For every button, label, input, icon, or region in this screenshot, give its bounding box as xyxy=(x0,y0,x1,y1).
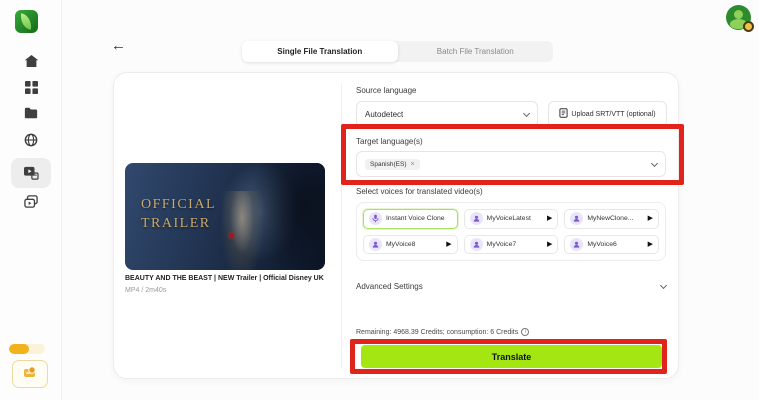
remove-tag-icon[interactable]: × xyxy=(411,161,415,168)
sidebar-item-files[interactable] xyxy=(15,100,47,126)
avatar-person-icon xyxy=(734,10,743,19)
app-logo[interactable] xyxy=(15,10,38,33)
target-language-tag: Spanish(ES) × xyxy=(365,158,420,170)
reward-coin-icon xyxy=(22,365,38,384)
voices-label: Select voices for translated video(s) xyxy=(356,187,483,196)
video-meta: MP4 / 2m40s xyxy=(125,287,167,294)
belle-figure xyxy=(221,191,263,270)
sidebar-item-video-translate[interactable] xyxy=(11,158,51,188)
play-icon[interactable]: ▶ xyxy=(547,215,552,222)
voice-avatar-icon xyxy=(570,237,584,251)
video-thumbnail: OFFICIAL TRAILER xyxy=(125,163,325,270)
avatar-premium-badge xyxy=(743,21,754,32)
source-language-select[interactable]: Autodetect xyxy=(356,101,538,127)
reward-button[interactable] xyxy=(12,360,48,388)
voice-chip-instant-clone[interactable]: Instant Voice Clone xyxy=(363,209,458,229)
voice-chip[interactable]: MyVoice7 ▶ xyxy=(463,234,559,254)
target-language-label: Target language(s) xyxy=(356,137,423,146)
source-language-label: Source language xyxy=(356,86,417,95)
voice-chip[interactable]: MyVoice8 ▶ xyxy=(363,234,458,254)
tab-batch-file-translation[interactable]: Batch File Translation xyxy=(398,41,554,62)
leaf-icon xyxy=(19,13,33,30)
translation-card: OFFICIAL TRAILER BEAUTY AND THE BEAST | … xyxy=(113,72,679,379)
panel-divider xyxy=(341,83,342,368)
upload-srt-label: Upload SRT/VTT (optional) xyxy=(571,110,656,118)
chevron-down-icon xyxy=(650,159,659,167)
info-icon[interactable]: i xyxy=(521,328,530,336)
upload-file-icon xyxy=(559,108,569,120)
voice-chip-label: MyVoice6 xyxy=(587,240,617,248)
voice-chip[interactable]: MyNewClone... ▶ xyxy=(564,209,659,229)
video-translate-icon xyxy=(23,166,39,180)
voice-chip[interactable]: MyVoiceLatest ▶ xyxy=(463,209,559,229)
tab-single-file-translation[interactable]: Single File Translation xyxy=(242,41,398,62)
sidebar-item-apps[interactable] xyxy=(15,74,47,100)
advanced-settings-toggle[interactable]: Advanced Settings xyxy=(356,278,668,294)
translation-mode-tabs: Single File Translation Batch File Trans… xyxy=(242,41,553,62)
sidebar-item-home[interactable] xyxy=(15,48,47,74)
sidebar xyxy=(0,0,62,400)
user-avatar[interactable] xyxy=(726,5,754,32)
voice-chip[interactable]: MyVoice6 ▶ xyxy=(564,234,659,254)
advanced-settings-label: Advanced Settings xyxy=(356,281,423,291)
voice-chip-label: MyVoice7 xyxy=(486,240,517,248)
play-icon[interactable]: ▶ xyxy=(648,215,653,222)
folder-icon xyxy=(24,107,38,119)
voice-avatar-icon xyxy=(469,212,483,226)
upload-srt-button[interactable]: Upload SRT/VTT (optional) xyxy=(548,101,667,127)
sidebar-item-batch-clone[interactable] xyxy=(15,188,47,214)
target-language-select[interactable]: Spanish(ES) × xyxy=(356,151,666,177)
sidebar-item-explore[interactable] xyxy=(15,127,47,153)
voice-chip-label: Instant Voice Clone xyxy=(386,215,445,223)
translate-button[interactable]: Translate xyxy=(361,345,662,368)
video-title: BEAUTY AND THE BEAST | NEW Trailer | Off… xyxy=(125,275,324,282)
voice-avatar-icon xyxy=(469,237,483,251)
voice-avatar-icon xyxy=(369,237,382,251)
source-language-value: Autodetect xyxy=(365,109,404,119)
clone-window-icon xyxy=(24,194,38,208)
play-icon[interactable]: ▶ xyxy=(648,241,653,248)
voice-chip-label: MyNewClone... xyxy=(587,215,634,223)
credits-summary: Remaining: 4968.39 Credits; consumption:… xyxy=(356,328,530,336)
voice-chip-label: MyVoice8 xyxy=(386,240,416,248)
play-icon[interactable]: ▶ xyxy=(547,241,552,248)
voice-options-panel: Instant Voice Clone MyVoiceLatest ▶ MyNe… xyxy=(356,202,666,261)
credits-progress-bar xyxy=(9,344,45,354)
microphone-icon xyxy=(369,212,382,226)
chevron-down-icon xyxy=(659,281,668,289)
voice-chip-label: MyVoiceLatest xyxy=(486,215,531,223)
rose-accent xyxy=(229,233,234,238)
poster-title: OFFICIAL TRAILER xyxy=(141,197,217,231)
globe-icon xyxy=(24,133,38,147)
apps-grid-icon xyxy=(24,80,38,94)
back-arrow-icon[interactable]: ← xyxy=(111,38,126,53)
chevron-down-icon xyxy=(522,109,531,117)
voice-avatar-icon xyxy=(570,212,584,226)
play-icon[interactable]: ▶ xyxy=(446,241,451,248)
home-icon xyxy=(24,54,39,68)
